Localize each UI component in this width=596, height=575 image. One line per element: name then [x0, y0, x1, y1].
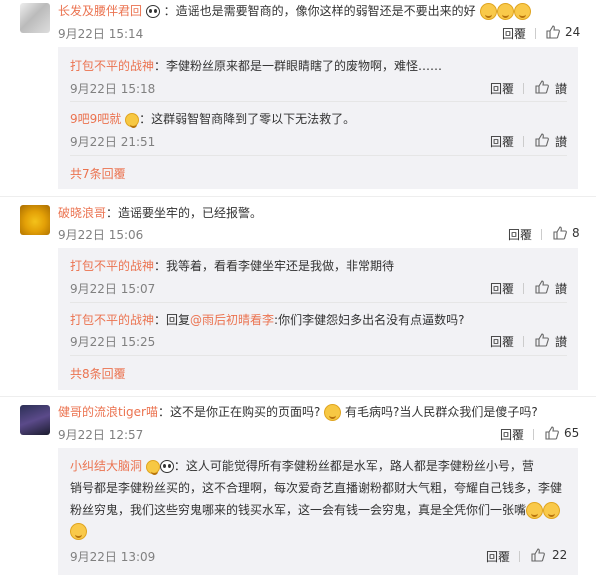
divider [523, 283, 524, 294]
divider [523, 136, 524, 147]
badge-icon [145, 459, 160, 475]
reply-time: 9月22日 13:09 [70, 550, 156, 564]
reply-text: ：李健粉丝原来都是一群眼睛瞎了的废物啊，难怪…… [154, 59, 443, 73]
laugh-emoji-icon [526, 502, 544, 519]
like-count: 22 [552, 548, 568, 562]
reply-button[interactable]: 回覆 [490, 280, 514, 297]
more-replies-link[interactable]: 共8条回覆 [70, 365, 126, 382]
laugh-emoji-icon [496, 3, 514, 20]
reply-user[interactable]: 打包不平的战神 [70, 59, 154, 73]
comment-user[interactable]: 破晓浪哥 [58, 206, 106, 220]
laugh-emoji-icon [513, 3, 531, 20]
reply-text: ：这群弱智智商降到了零以下无法救了。 [139, 112, 356, 126]
reply-text: ：我等着，看看李健坐牢还是我做，非常期待 [154, 259, 395, 273]
laugh-emoji-icon [70, 523, 87, 540]
reply-line: 打包不平的战神：我等着，看看李健坐牢还是我做，非常期待 [70, 257, 394, 274]
comment-text: ：这不是你正在购买的页面吗? [157, 405, 321, 419]
divider [70, 355, 567, 356]
divider [523, 336, 524, 347]
thumb-up-icon[interactable] [535, 333, 549, 347]
divider [519, 551, 520, 562]
reply-button[interactable]: 回覆 [502, 25, 526, 42]
comment-line: 健哥的流浪tiger喵：这不是你正在购买的页面吗? 有毛病吗?当人民群众我们是傻… [58, 403, 538, 421]
thumb-up-icon[interactable] [535, 80, 549, 94]
comment-text: ：造谣也是需要智商的，像你这样的弱智还是不要出来的好 [163, 4, 476, 18]
reply-user[interactable]: 9吧9吧就 [70, 112, 121, 126]
reply-button[interactable]: 回覆 [490, 133, 514, 150]
reply-text: ：这人可能觉得所有李健粉丝都是水军，路人都是李健粉丝小号，营 [173, 459, 534, 473]
comment-user[interactable]: 长发及腰伴君回 [58, 4, 142, 18]
like-label[interactable]: 讃 [555, 80, 567, 97]
divider [70, 302, 567, 303]
reply-line: 小纠结大脑洞 ：这人可能觉得所有李健粉丝都是水军，路人都是李健粉丝小号，营 [70, 457, 534, 475]
reply-user[interactable]: 打包不平的战神 [70, 259, 154, 273]
comment-time: 9月22日 15:06 [58, 228, 144, 242]
reply-button[interactable]: 回覆 [490, 333, 514, 350]
thumb-up-icon[interactable] [546, 25, 560, 39]
divider [523, 83, 524, 94]
reply-button[interactable]: 回覆 [486, 548, 510, 565]
thumb-up-icon[interactable] [535, 280, 549, 294]
reply-text: 销号都是李健粉丝买的，这不合理啊，每次爱奇艺直播谢粉都财大气粗，夸耀自己钱多，李… [70, 481, 563, 495]
reply-time: 9月22日 21:51 [70, 135, 156, 149]
divider [0, 196, 596, 197]
reply-button[interactable]: 回覆 [500, 426, 524, 443]
comment-time: 9月22日 12:57 [58, 428, 144, 442]
cat-emoji-icon [324, 404, 342, 421]
divider [541, 229, 542, 240]
avatar[interactable] [20, 3, 50, 33]
divider [535, 28, 536, 39]
divider [0, 396, 596, 397]
reply-text: ：回复 [154, 313, 191, 327]
panda-emoji-icon [159, 460, 174, 473]
panda-emoji-icon [145, 5, 160, 18]
comment-text: ：造谣要坐牢的，已经报警。 [106, 206, 263, 220]
laugh-emoji-icon [479, 3, 497, 20]
thumb-up-icon[interactable] [531, 548, 545, 562]
comment-line: 长发及腰伴君回 ：造谣也是需要智商的，像你这样的弱智还是不要出来的好 [58, 2, 531, 20]
divider [533, 429, 534, 440]
emoji-icon [125, 112, 140, 128]
like-count: 24 [565, 25, 581, 39]
reply-button[interactable]: 回覆 [508, 226, 532, 243]
comment-line: 破晓浪哥：造谣要坐牢的，已经报警。 [58, 204, 262, 221]
divider [70, 155, 567, 156]
comment-text: 有毛病吗?当人民群众我们是傻子吗? [345, 405, 538, 419]
thumb-up-icon[interactable] [553, 226, 567, 240]
laugh-emoji-icon [543, 502, 561, 519]
like-label[interactable]: 讃 [555, 333, 567, 350]
comment-user[interactable]: 健哥的流浪tiger喵 [58, 405, 158, 419]
thumb-up-icon[interactable] [535, 133, 549, 147]
reply-line: 打包不平的战神：回复@雨后初晴看李:你们李健怨妇多出名没有点逼数吗? [70, 311, 464, 328]
comment-time: 9月22日 15:14 [58, 27, 144, 41]
reply-time: 9月22日 15:07 [70, 282, 156, 296]
reply-time: 9月22日 15:18 [70, 82, 156, 96]
like-count: 65 [564, 426, 580, 440]
like-label[interactable]: 讃 [555, 133, 567, 150]
mention-link[interactable]: @雨后初晴看李 [190, 313, 274, 327]
reply-user[interactable]: 小纠结大脑洞 [70, 459, 142, 473]
avatar[interactable] [20, 405, 50, 435]
reply-text: 粉丝穷鬼，我们这些穷鬼哪来的钱买水军，这一会有钱一会穷鬼，真是全凭你们一张嘴 [70, 503, 527, 517]
divider [70, 101, 567, 102]
reply-time: 9月22日 15:25 [70, 335, 156, 349]
more-replies-link[interactable]: 共7条回覆 [70, 165, 126, 182]
thumb-up-icon[interactable] [545, 426, 559, 440]
reply-user[interactable]: 打包不平的战神 [70, 313, 154, 327]
reply-line: 打包不平的战神：李健粉丝原来都是一群眼睛瞎了的废物啊，难怪…… [70, 57, 442, 74]
reply-line: 9吧9吧就 ：这群弱智智商降到了零以下无法救了。 [70, 110, 356, 128]
reply-button[interactable]: 回覆 [490, 80, 514, 97]
reply-line: 粉丝穷鬼，我们这些穷鬼哪来的钱买水军，这一会有钱一会穷鬼，真是全凭你们一张嘴 [70, 501, 561, 519]
reply-text: :你们李健怨妇多出名没有点逼数吗? [274, 313, 465, 327]
avatar[interactable] [20, 205, 50, 235]
like-label[interactable]: 讃 [555, 280, 567, 297]
like-count: 8 [572, 226, 580, 240]
laugh-emoji-icon [70, 523, 87, 540]
